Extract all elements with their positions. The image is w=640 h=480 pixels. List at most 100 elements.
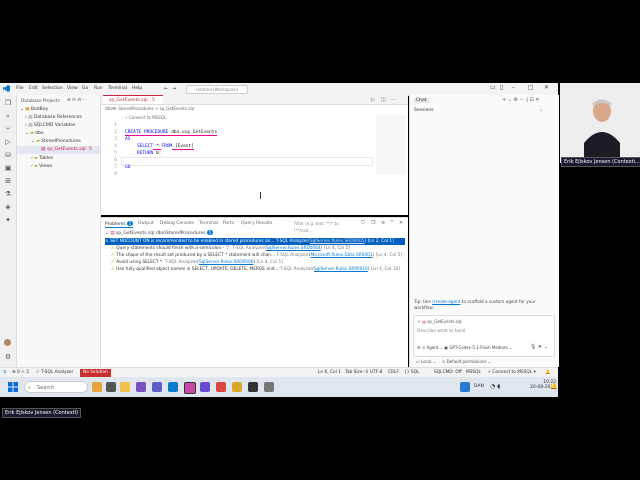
problem-row[interactable]: ⚠ SET NOCOUNT ON is recommended to be en… — [105, 238, 405, 245]
tools-icon[interactable]: ⚙ — [417, 345, 421, 350]
close-window-icon[interactable]: ✕ — [544, 84, 549, 91]
encoding[interactable]: UTF-8 — [370, 370, 383, 375]
notifications-bell-icon[interactable]: 🔔 — [545, 370, 550, 375]
effort-picker[interactable]: Medium ⌄ — [492, 345, 513, 350]
filter-icon[interactable]: ⛉ — [361, 220, 365, 226]
minimap[interactable] — [376, 115, 406, 175]
app-icon[interactable] — [216, 382, 226, 392]
file-explorer-icon[interactable] — [120, 382, 130, 392]
sqlcmd-mode[interactable]: SQLCMD: Off — [434, 370, 462, 375]
terminal-icon[interactable] — [248, 382, 258, 392]
accounts-avatar[interactable] — [4, 339, 11, 346]
problem-rule-link[interactable]: SqlServer.Rules.SRD0005 — [310, 239, 365, 244]
task-view-icon[interactable] — [106, 382, 116, 392]
permissions-picker[interactable]: ⊙ Default permissions ⌄ — [442, 359, 491, 364]
copilot-app-icon[interactable] — [184, 382, 196, 394]
source-control-icon[interactable]: ⑂ — [4, 125, 12, 133]
forward-arrow-icon[interactable]: → — [172, 86, 176, 92]
copilot-status-icon[interactable]: ✦ — [533, 370, 537, 375]
chat-input-box[interactable]: ＋ ▤ sp_GetEvents.sql Describe what to bu… — [413, 315, 555, 357]
tab-problems[interactable]: Problems 5 — [105, 221, 133, 228]
cursor-position[interactable]: Ln 6, Col 1 — [318, 370, 341, 375]
no-solution-badge[interactable]: No Solution — [80, 369, 111, 377]
context-file-chip[interactable]: ＋ ▤ sp_GetEvents.sql — [417, 319, 462, 325]
problem-rule-link[interactable]: SqlServer.Rules.SRD0006 — [199, 260, 254, 265]
tray-app-icon[interactable] — [460, 382, 470, 392]
tsql-analyzer-status[interactable]: ✓ T-SQL Analyzer — [36, 370, 73, 375]
local-picker[interactable]: ▭ Local ⌄ — [416, 359, 436, 364]
code-line-5[interactable]: RETURN 0; — [137, 151, 161, 156]
tree-item-sqlcmd-variables[interactable]: › ▤ SQLCMD Variables — [25, 123, 75, 128]
notifications-icon[interactable]: 🔔 — [550, 383, 557, 390]
end-of-line[interactable]: CRLF — [388, 370, 399, 375]
windows-start-icon[interactable] — [8, 382, 18, 392]
code-line-7[interactable]: GO — [125, 165, 130, 170]
taskbar-search[interactable]: ⌕ Search — [24, 381, 88, 393]
layout-icon[interactable]: ▭ — [490, 84, 496, 91]
chat-toolbar-icons[interactable]: + ⌄ ⚙ ⋯ | ⊡ ✕ — [502, 97, 539, 103]
network-volume-icons[interactable]: ◔ ◖ — [490, 383, 500, 390]
agent-picker[interactable]: ⊙ Agent ⌄ — [422, 345, 443, 350]
app-icon[interactable] — [200, 382, 210, 392]
tab-terminal[interactable]: Terminal — [199, 221, 218, 226]
menu-selection[interactable]: Selection — [42, 86, 63, 91]
tree-item-project[interactable]: ⌄ ▣ BadBoy — [20, 107, 48, 112]
problem-rule-link[interactable]: Microsoft.Rules.Data.SR0001 — [311, 253, 373, 258]
menu-terminal[interactable]: Terminal — [108, 86, 127, 91]
problem-row[interactable]: ⚠ Query statements should finish with a … — [111, 245, 405, 252]
run-icon[interactable]: ▷ — [371, 97, 375, 103]
tree-item-sp-getevents[interactable]: ▤ sp_GetEvents.sql 5 — [17, 146, 100, 154]
menu-view[interactable]: View — [67, 86, 78, 91]
tab-output[interactable]: Output — [138, 221, 154, 226]
search-icon[interactable]: ⌕ — [4, 112, 12, 120]
tab-ports[interactable]: Ports — [223, 221, 234, 226]
language-indicator[interactable]: DAN — [474, 384, 484, 389]
tab-size[interactable]: Tab Size: 4 — [345, 370, 368, 375]
editor-area[interactable]: sp_GetEvents.sql 5 ✕ ▷ ◫ ⋯ dbo > StoredP… — [101, 95, 408, 215]
back-arrow-icon[interactable]: ← — [164, 86, 168, 92]
tree-item-dbo[interactable]: ⌄ ▰ dbo — [25, 131, 44, 136]
maximize-icon[interactable]: □ — [528, 84, 534, 91]
chevron-up-icon[interactable]: ^ — [390, 220, 394, 226]
problem-rule-link[interactable]: SqlServer.Rules.SRP0016 — [314, 267, 368, 272]
menu-go[interactable]: Go — [82, 86, 88, 91]
tree-item-stored-procedures[interactable]: ⌄ ▰ StoredProcedures — [31, 139, 81, 144]
vscode-taskbar-icon[interactable] — [168, 382, 178, 392]
connect-to-mssql-codelens[interactable]: ⚡ Connect to MSSQL — [125, 115, 166, 120]
tree-item-database-references[interactable]: › ▤ Database References — [25, 115, 82, 120]
settings-gear-icon[interactable]: ⚙ — [4, 353, 12, 361]
copilot-icon[interactable]: ✦ — [4, 216, 12, 224]
extensions-icon[interactable]: ⊞ — [4, 177, 12, 185]
split-editor-icon[interactable]: ◫ — [381, 97, 386, 103]
menu-run[interactable]: Run — [94, 86, 103, 91]
database-projects-icon[interactable]: ▣ — [4, 164, 12, 172]
problem-row[interactable]: ⚠ Avoid using SELECT *. T-SQL Analyzer(S… — [111, 259, 405, 266]
run-debug-icon[interactable]: ▷ — [4, 138, 12, 146]
code-line-2[interactable]: CREATE PROCEDURE dbo.usp_GetEvents — [125, 130, 218, 136]
testing-icon[interactable]: ⚗ — [4, 190, 12, 198]
problem-row[interactable]: ⚠ Use fully qualified object names in SE… — [111, 266, 405, 273]
sessions-expand-icon[interactable]: › — [540, 108, 542, 114]
model-picker[interactable]: ▣ GPT-Codex-5.1-Flash — [444, 345, 490, 350]
breadcrumb[interactable]: dbo > StoredProcedures > sp_GetEvents.sq… — [105, 106, 194, 111]
explorer-actions-icon[interactable]: ⊕ ⟳ ⊟ ⋯ — [67, 98, 87, 103]
minimize-icon[interactable]: – — [512, 84, 515, 91]
command-center[interactable]: Untitled (Workspace) — [186, 85, 248, 94]
mssql-status[interactable]: MSSQL — [466, 370, 481, 375]
panel-toggle-icon[interactable]: ▯ — [500, 84, 503, 91]
remote-indicator-icon[interactable]: ⇅ — [3, 370, 7, 375]
language-mode[interactable]: {} SQL — [404, 370, 419, 375]
database-icon[interactable]: ⛁ — [4, 151, 12, 159]
problem-row[interactable]: ⚠ The shape of the result set produced b… — [111, 252, 405, 259]
widgets-icon[interactable] — [92, 382, 102, 392]
tab-debug-console[interactable]: Debug Console — [160, 221, 194, 226]
menu-help[interactable]: Help — [132, 86, 142, 91]
voice-send-icons[interactable]: 🎙 ➤ ⌄ — [530, 344, 548, 350]
sessions-label[interactable]: Sessions — [414, 108, 434, 113]
tab-query-results[interactable]: Query Results — [241, 221, 272, 226]
copy-icon[interactable]: ❐ — [371, 220, 375, 226]
tree-item-tables[interactable]: › ▰ Tables — [31, 156, 53, 161]
errors-warnings-indicator[interactable]: ⊗ 0 ⚠ 5 — [12, 370, 29, 375]
visual-studio-icon[interactable] — [136, 382, 146, 392]
menu-file[interactable]: File — [16, 86, 24, 91]
